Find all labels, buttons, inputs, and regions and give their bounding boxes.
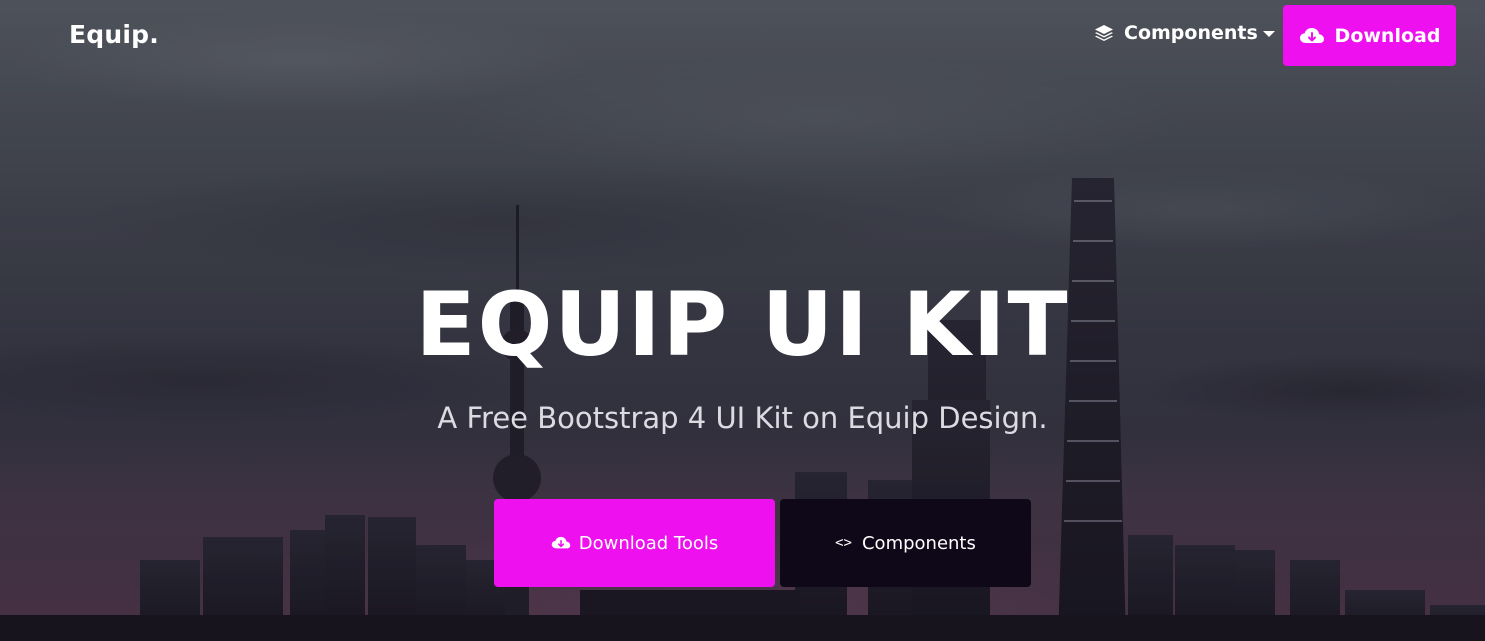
hero-subtitle: A Free Bootstrap 4 UI Kit on Equip Desig… <box>437 401 1048 435</box>
components-button[interactable]: <> Components <box>780 499 1031 587</box>
cloud-download-icon <box>1299 27 1324 43</box>
hero-title: EQUIP UI KIT <box>415 273 1070 376</box>
hero-page: Equip. Components Download EQUIP UI KIT … <box>0 0 1485 641</box>
components-dropdown-label: Components <box>1124 22 1258 44</box>
navbar-download-button[interactable]: Download <box>1283 5 1456 66</box>
download-tools-label: Download Tools <box>578 532 719 554</box>
code-icon: <> <box>835 535 852 551</box>
caret-down-icon <box>1262 31 1275 37</box>
components-button-label: Components <box>861 532 976 554</box>
components-dropdown[interactable]: Components <box>1094 22 1275 44</box>
cloud-download-icon <box>551 536 570 549</box>
top-navbar: Equip. Components Download <box>0 0 1485 70</box>
download-tools-button[interactable]: Download Tools <box>494 499 775 587</box>
navbar-download-label: Download <box>1334 24 1441 47</box>
layers-icon <box>1095 25 1113 41</box>
brand-logo[interactable]: Equip. <box>69 20 159 49</box>
